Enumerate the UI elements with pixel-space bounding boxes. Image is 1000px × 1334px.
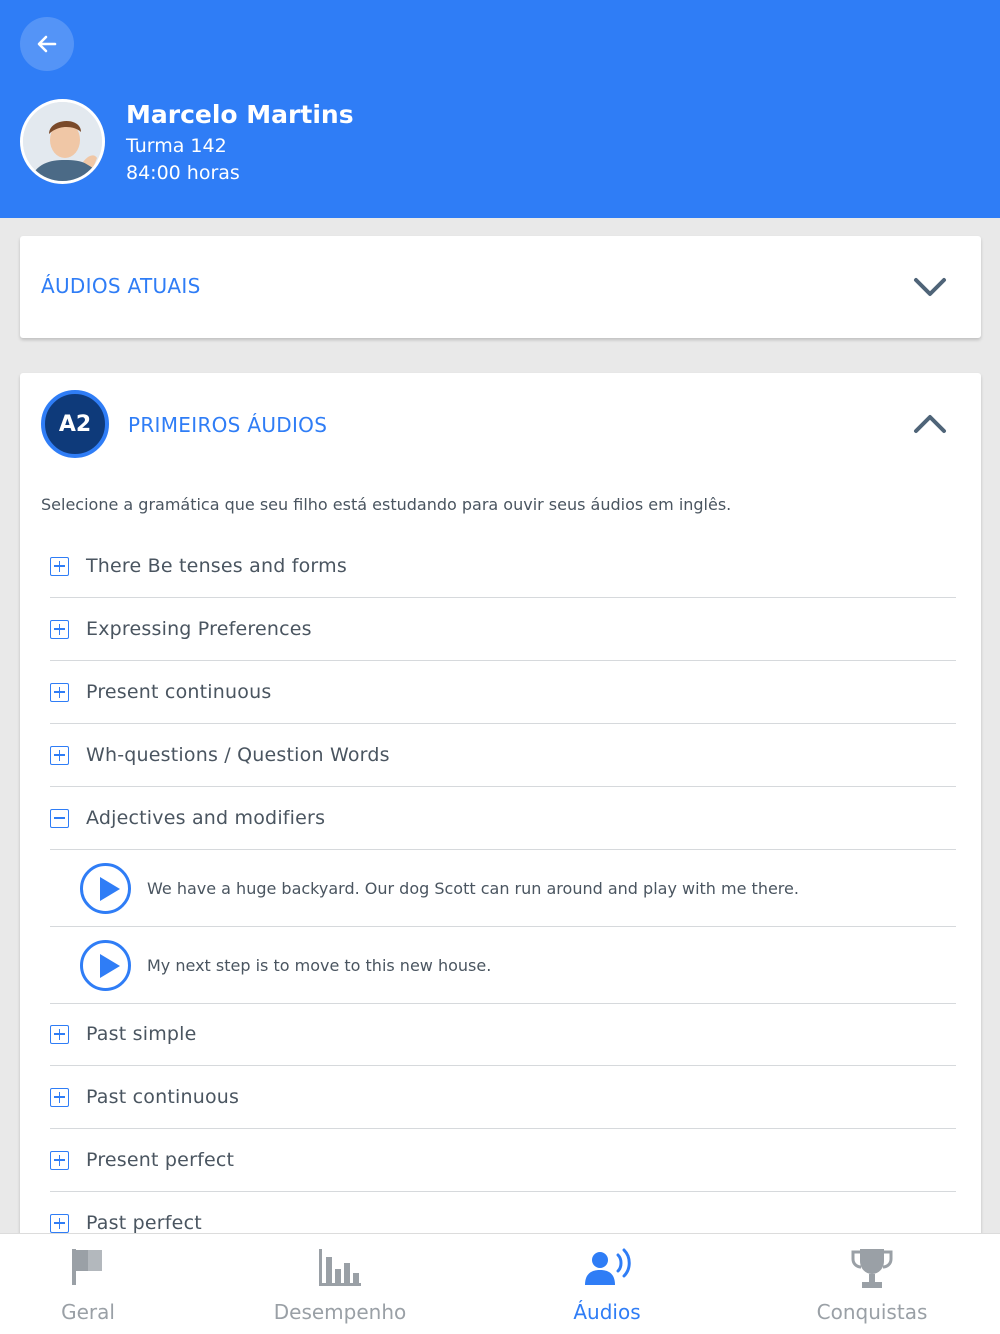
topic-item[interactable]: There Be tenses and forms — [50, 535, 956, 598]
plus-square-icon[interactable] — [50, 745, 69, 765]
audio-item: My next step is to move to this new hous… — [50, 927, 956, 1004]
user-class: Turma 142 — [126, 135, 227, 157]
topic-item[interactable]: Past simple — [50, 1003, 956, 1066]
user-hours: 84:00 horas — [126, 162, 240, 184]
profile-header: Marcelo Martins Turma 142 84:00 horas — [0, 0, 1000, 218]
topic-item[interactable]: Wh-questions / Question Words — [50, 724, 956, 787]
trophy-icon — [851, 1249, 893, 1288]
topic-label: Past perfect — [86, 1212, 202, 1234]
back-button[interactable] — [20, 17, 74, 71]
topic-label: Adjectives and modifiers — [86, 807, 326, 829]
first-audios-title: PRIMEIROS ÁUDIOS — [128, 413, 328, 437]
topic-item[interactable]: Present perfect — [50, 1129, 956, 1192]
audio-item: We have a huge backyard. Our dog Scott c… — [50, 850, 956, 927]
level-badge: A2 — [41, 390, 109, 458]
flag-icon — [72, 1249, 102, 1285]
current-audios-card[interactable]: ÁUDIOS ATUAIS — [20, 236, 981, 338]
topic-label: There Be tenses and forms — [86, 555, 347, 577]
plus-square-icon[interactable] — [50, 682, 69, 702]
audio-sentence: We have a huge backyard. Our dog Scott c… — [147, 878, 799, 898]
audio-user-icon — [585, 1248, 631, 1285]
topic-item[interactable]: Past continuous — [50, 1066, 956, 1129]
bar-chart-icon — [319, 1249, 361, 1286]
chevron-up-icon[interactable] — [913, 413, 947, 435]
plus-square-icon[interactable] — [50, 556, 69, 576]
avatar — [20, 99, 105, 184]
first-audios-card: A2 PRIMEIROS ÁUDIOS Selecione a gramátic… — [20, 373, 981, 1273]
nav-label: Áudios — [573, 1300, 641, 1324]
topic-label: Past simple — [86, 1023, 197, 1045]
instructions-text: Selecione a gramática que seu filho está… — [41, 495, 732, 514]
nav-item-geral[interactable]: Geral — [28, 1234, 148, 1334]
nav-item-conquistas[interactable]: Conquistas — [812, 1234, 932, 1334]
topic-label: Wh-questions / Question Words — [86, 744, 390, 766]
plus-square-icon[interactable] — [50, 1087, 69, 1107]
topic-item[interactable]: Expressing Preferences — [50, 598, 956, 661]
topic-item-expanded[interactable]: Adjectives and modifiers — [50, 787, 956, 850]
arrow-left-icon — [37, 35, 57, 53]
play-button[interactable] — [80, 939, 131, 991]
audio-sentence: My next step is to move to this new hous… — [147, 955, 492, 975]
topic-label: Present perfect — [86, 1149, 235, 1171]
topic-label: Expressing Preferences — [86, 618, 312, 640]
topic-label: Present continuous — [86, 681, 272, 703]
plus-square-icon[interactable] — [50, 619, 69, 639]
chevron-down-icon[interactable] — [913, 276, 947, 298]
play-button[interactable] — [80, 862, 131, 914]
topic-item[interactable]: Present continuous — [50, 661, 956, 724]
user-name: Marcelo Martins — [126, 100, 354, 129]
topic-label: Past continuous — [86, 1086, 240, 1108]
nav-item-audios[interactable]: Áudios — [547, 1234, 667, 1334]
user-photo — [23, 102, 102, 181]
nav-label: Desempenho — [273, 1300, 407, 1324]
plus-square-icon[interactable] — [50, 1150, 69, 1170]
minus-square-icon[interactable] — [50, 808, 69, 828]
nav-label: Conquistas — [816, 1300, 928, 1324]
plus-square-icon[interactable] — [50, 1024, 69, 1044]
nav-label: Geral — [61, 1300, 115, 1324]
plus-square-icon[interactable] — [50, 1213, 69, 1233]
current-audios-title: ÁUDIOS ATUAIS — [41, 274, 201, 298]
nav-item-desempenho[interactable]: Desempenho — [270, 1234, 410, 1334]
bottom-navigation: Geral Desempenho Áudios Conquistas — [0, 1233, 1000, 1334]
